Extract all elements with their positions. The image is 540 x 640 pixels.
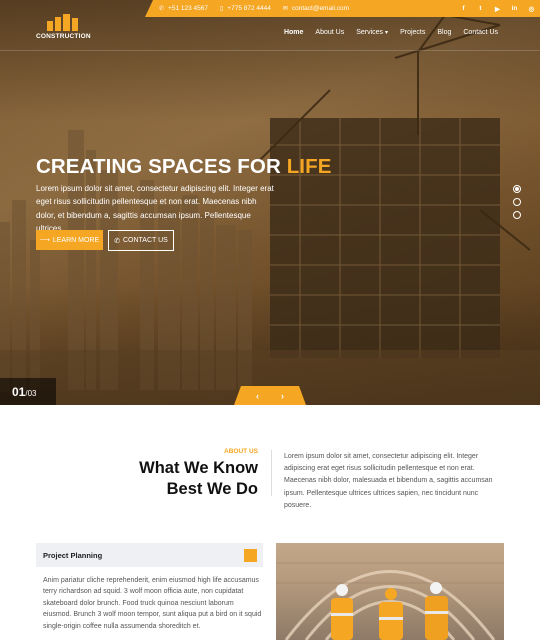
workers-photo xyxy=(276,543,504,640)
brand-name: CONSTRUCTION xyxy=(36,33,91,40)
nav-blog[interactable]: Blog xyxy=(431,29,457,36)
top-contact-bar: ✆ +51 123 4567 ▯ +775 872 4444 ✉ contact… xyxy=(145,0,540,17)
nav-divider xyxy=(0,50,540,51)
nav-services-label: Services xyxy=(356,29,384,36)
hero-title-main: CREATING SPACES FOR xyxy=(36,155,287,178)
about-heading: What We Know Best We Do xyxy=(139,458,258,500)
about-heading-line2: Best We Do xyxy=(166,480,258,498)
workers-illustration xyxy=(276,562,504,640)
contact-us-label: CONTACT US xyxy=(123,237,168,244)
slider-arrows: ‹ › xyxy=(234,386,306,405)
site-logo[interactable]: CONSTRUCTION xyxy=(36,14,91,40)
slide-dot-3[interactable] xyxy=(513,211,521,219)
mobile-icon: ▯ xyxy=(219,6,224,12)
about-text: Lorem ipsum dolor sit amet, consectetur … xyxy=(284,453,493,509)
service-accordion-header[interactable]: Project Planning xyxy=(36,543,263,567)
about-heading-line1: What We Know xyxy=(139,459,258,477)
nav-contact-label: Contact Us xyxy=(463,29,498,36)
arrow-right-icon: ⟶ xyxy=(39,237,50,244)
hero-title: CREATING SPACES FOR LIFE xyxy=(36,155,332,179)
nav-projects-label: Projects xyxy=(400,29,426,36)
nav-home[interactable]: Home xyxy=(278,29,309,36)
instagram-icon[interactable]: ◎ xyxy=(523,5,540,13)
slide-dot-2[interactable] xyxy=(513,198,521,206)
nav-contact[interactable]: Contact Us xyxy=(457,29,504,36)
slide-total: /03 xyxy=(25,389,37,398)
main-nav: Home About Us Services ▾ Projects Blog C… xyxy=(278,29,504,36)
buildings-logo-icon xyxy=(36,14,88,31)
nav-home-label: Home xyxy=(283,29,304,36)
nav-about[interactable]: About Us xyxy=(309,29,350,36)
chevron-left-icon[interactable]: ‹ xyxy=(256,391,259,401)
slide-indicators xyxy=(513,185,521,219)
envelope-icon: ✉ xyxy=(282,6,288,12)
whatsapp-icon: ✆ xyxy=(114,237,120,245)
hero-slider: ✆ +51 123 4567 ▯ +775 872 4444 ✉ contact… xyxy=(0,0,540,405)
phone-icon: ✆ xyxy=(159,6,165,12)
accordion-toggle-icon[interactable] xyxy=(244,549,257,562)
youtube-icon[interactable]: ▶ xyxy=(489,5,506,13)
hero-description: Lorem ipsum dolor sit amet, consectetur … xyxy=(36,184,274,233)
learn-more-label: LEARN MORE xyxy=(52,236,100,244)
nav-blog-label: Blog xyxy=(437,29,452,36)
service-title: Project Planning xyxy=(43,550,103,560)
nav-about-label: About Us xyxy=(315,29,345,36)
slide-counter: 01 /03 xyxy=(0,378,56,405)
facebook-icon[interactable]: f xyxy=(455,5,472,13)
phone-contact-2[interactable]: ▯ +775 872 4444 xyxy=(220,5,271,12)
chevron-right-icon[interactable]: › xyxy=(281,391,284,401)
hero-title-accent: LIFE xyxy=(286,155,332,178)
linkedin-icon[interactable]: in xyxy=(506,5,523,13)
nav-services[interactable]: Services ▾ xyxy=(350,29,394,36)
email-contact[interactable]: ✉ contact@email.com xyxy=(283,5,349,12)
email-address: contact@email.com xyxy=(291,5,350,12)
slide-dot-1-active[interactable] xyxy=(513,185,521,193)
phone-number-2: +775 872 4444 xyxy=(227,5,271,12)
about-divider xyxy=(271,450,272,496)
learn-more-button[interactable]: ⟶ LEARN MORE xyxy=(36,230,103,250)
twitter-icon[interactable]: t xyxy=(472,5,489,13)
about-tag: ABOUT US xyxy=(224,448,258,455)
chevron-down-icon: ▾ xyxy=(385,30,389,36)
phone-number-1: +51 123 4567 xyxy=(168,5,208,12)
nav-projects[interactable]: Projects xyxy=(394,29,431,36)
contact-us-button[interactable]: ✆ CONTACT US xyxy=(108,230,174,251)
social-links: f t ▶ in ◎ xyxy=(455,5,540,13)
phone-contact-1[interactable]: ✆ +51 123 4567 xyxy=(159,5,208,12)
service-text: Anim pariatur cliche reprehenderit, enim… xyxy=(43,577,262,630)
slide-current: 01 xyxy=(12,384,26,399)
